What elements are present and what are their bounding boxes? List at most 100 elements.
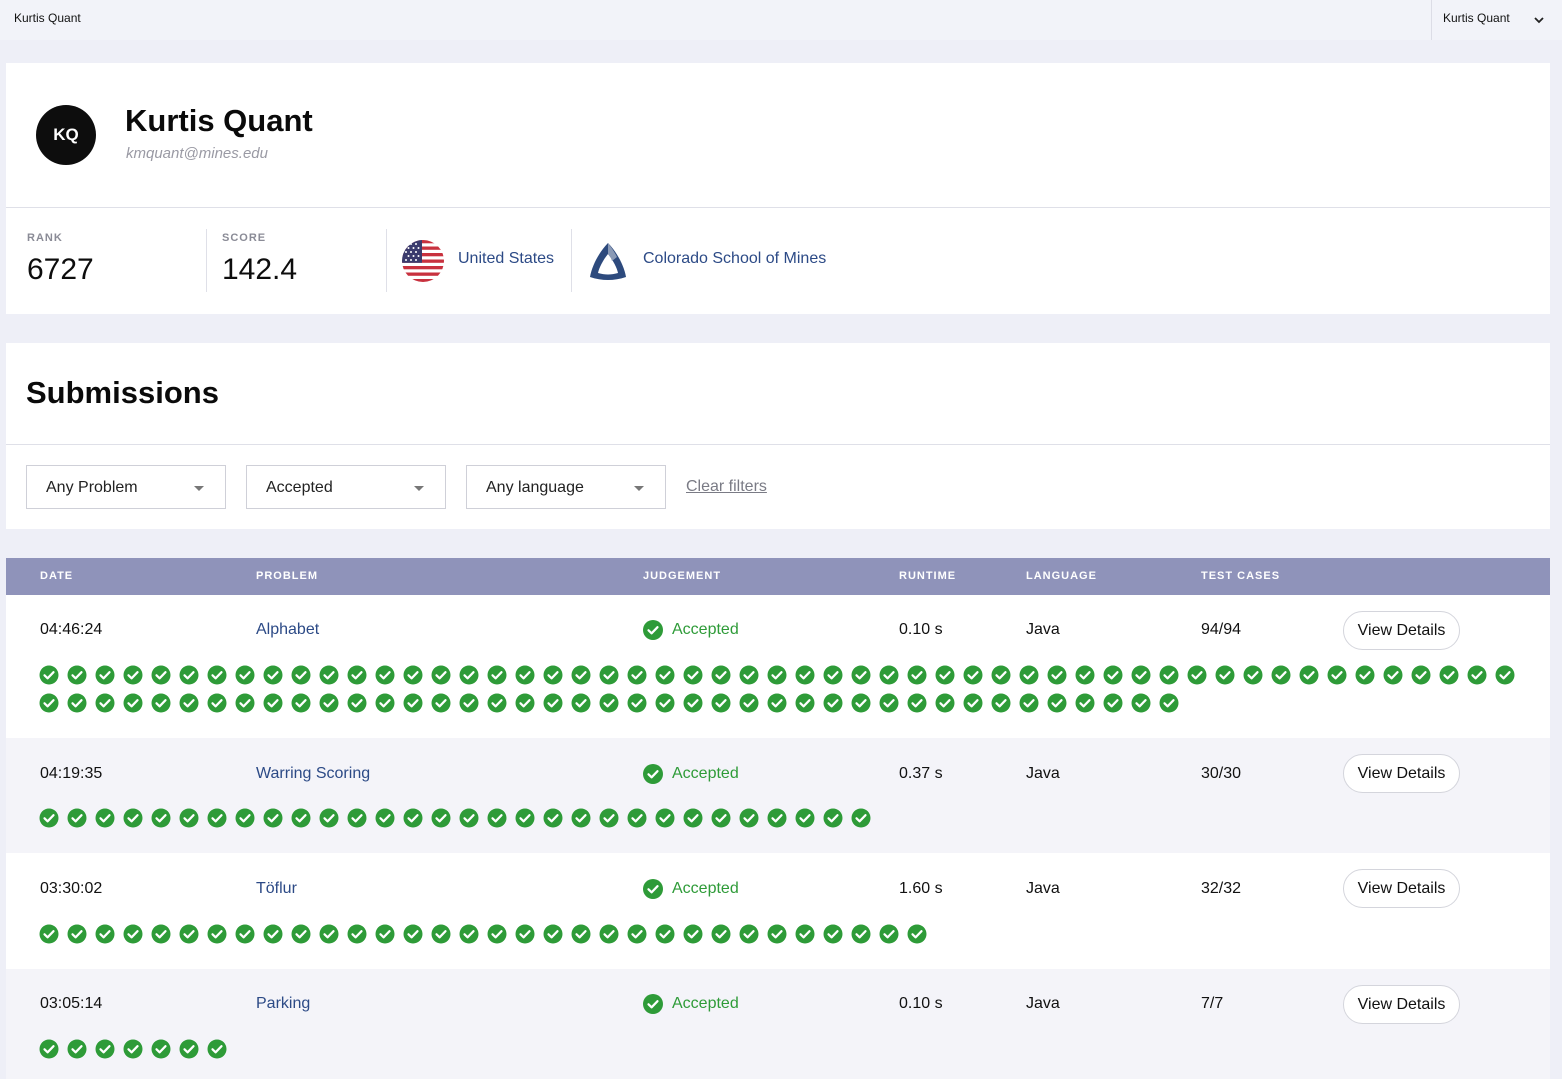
- test-case-check-icon: [319, 665, 339, 685]
- row-judgement: Accepted: [643, 764, 739, 784]
- test-case-check-icon: [403, 808, 423, 828]
- table-row: 04:46:24 Alphabet Accepted 0.10 s Java 9…: [6, 595, 1550, 738]
- test-case-check-icon: [151, 924, 171, 944]
- test-case-check-icon: [403, 693, 423, 713]
- us-flag-icon: [402, 240, 444, 282]
- test-case-check-icon: [627, 693, 647, 713]
- test-case-check-icon: [403, 665, 423, 685]
- test-case-check-icon: [711, 808, 731, 828]
- test-case-check-icon: [1075, 665, 1095, 685]
- test-case-check-icon: [151, 693, 171, 713]
- test-case-check-icon: [179, 808, 199, 828]
- test-case-check-icon: [991, 665, 1011, 685]
- test-case-check-icon: [795, 924, 815, 944]
- test-case-check-icon: [67, 924, 87, 944]
- test-case-check-icon: [795, 808, 815, 828]
- test-case-check-icon: [739, 665, 759, 685]
- test-case-check-icon: [123, 808, 143, 828]
- test-case-check-icon: [851, 808, 871, 828]
- view-details-button[interactable]: View Details: [1343, 985, 1460, 1024]
- test-case-check-icon: [1439, 665, 1459, 685]
- test-case-check-icon: [487, 808, 507, 828]
- test-case-check-icon: [1299, 665, 1319, 685]
- row-test-cases: 30/30: [1201, 765, 1242, 782]
- test-case-check-icon: [683, 924, 703, 944]
- test-case-check-icon: [627, 924, 647, 944]
- test-case-check-icon: [1271, 665, 1291, 685]
- user-menu[interactable]: Kurtis Quant: [1431, 0, 1562, 40]
- test-case-check-icon: [571, 693, 591, 713]
- test-case-check-icon: [95, 808, 115, 828]
- test-case-check-icon: [235, 693, 255, 713]
- test-case-check-icon: [319, 924, 339, 944]
- view-details-button[interactable]: View Details: [1343, 869, 1460, 908]
- row-judgement: Accepted: [643, 994, 739, 1014]
- test-case-check-icon: [39, 665, 59, 685]
- clear-filters-link[interactable]: Clear filters: [686, 478, 767, 496]
- test-case-check-icon: [935, 693, 955, 713]
- problem-filter-value: Any Problem: [46, 479, 138, 496]
- test-case-check-icon: [95, 1039, 115, 1059]
- row-language: Java: [1026, 621, 1060, 638]
- test-case-check-icon: [879, 693, 899, 713]
- test-case-check-icon: [543, 693, 563, 713]
- test-case-check-icon: [907, 693, 927, 713]
- test-case-check-icon: [543, 924, 563, 944]
- school-link[interactable]: Colorado School of Mines: [643, 250, 826, 268]
- site-brand[interactable]: Kurtis Quant: [14, 11, 81, 25]
- test-case-check-icon: [683, 808, 703, 828]
- row-judgement: Accepted: [643, 620, 739, 640]
- row-judgement-text: Accepted: [672, 995, 739, 1012]
- table-row: 03:30:02 Töflur Accepted 1.60 s Java 32/…: [6, 853, 1550, 969]
- test-case-check-icon: [459, 924, 479, 944]
- stat-separator: [206, 229, 207, 292]
- test-case-check-icon: [711, 665, 731, 685]
- test-case-check-icon: [683, 665, 703, 685]
- test-case-check-icon: [907, 665, 927, 685]
- test-case-check-icon: [179, 924, 199, 944]
- row-judgement: Accepted: [643, 879, 739, 899]
- test-case-check-icon: [459, 693, 479, 713]
- test-case-check-icon: [823, 693, 843, 713]
- test-case-check-icon: [599, 665, 619, 685]
- view-details-button[interactable]: View Details: [1343, 754, 1460, 793]
- test-case-check-icon: [683, 693, 703, 713]
- row-problem-link[interactable]: Parking: [256, 995, 310, 1013]
- check-circle-icon: [643, 620, 663, 640]
- test-case-check-icon: [795, 665, 815, 685]
- test-case-check-icon: [207, 924, 227, 944]
- row-problem-link[interactable]: Alphabet: [256, 621, 319, 639]
- test-case-check-icon: [991, 693, 1011, 713]
- problem-filter[interactable]: Any Problem: [26, 465, 226, 509]
- test-case-check-icon: [179, 693, 199, 713]
- country-link[interactable]: United States: [458, 250, 554, 268]
- table-row: 04:19:35 Warring Scoring Accepted 0.37 s…: [6, 738, 1550, 853]
- score-label: SCORE: [222, 232, 267, 244]
- dropdown-caret-icon: [634, 486, 644, 491]
- chevron-down-icon: [1534, 17, 1544, 24]
- test-case-check-icon: [347, 924, 367, 944]
- test-case-check-icon: [879, 924, 899, 944]
- view-details-button[interactable]: View Details: [1343, 611, 1460, 650]
- test-case-check-icon: [823, 665, 843, 685]
- stat-separator: [386, 229, 387, 292]
- test-case-check-icon: [263, 808, 283, 828]
- row-problem-link[interactable]: Töflur: [256, 880, 297, 898]
- test-case-check-icon: [1047, 665, 1067, 685]
- test-case-check-icon: [1383, 665, 1403, 685]
- test-case-check-icon: [207, 665, 227, 685]
- test-case-check-icon: [711, 924, 731, 944]
- row-problem-link[interactable]: Warring Scoring: [256, 765, 370, 783]
- test-case-check-icon: [39, 924, 59, 944]
- test-case-check-icon: [291, 665, 311, 685]
- language-filter[interactable]: Any language: [466, 465, 666, 509]
- score-value: 142.4: [222, 253, 298, 286]
- test-case-check-icon: [375, 808, 395, 828]
- test-case-check-icon: [1355, 665, 1375, 685]
- test-case-check-icon: [515, 693, 535, 713]
- test-case-check-icon: [347, 665, 367, 685]
- test-case-check-icon: [39, 1039, 59, 1059]
- test-case-check-icon: [1103, 693, 1123, 713]
- judgement-filter[interactable]: Accepted: [246, 465, 446, 509]
- profile-divider: [6, 207, 1550, 208]
